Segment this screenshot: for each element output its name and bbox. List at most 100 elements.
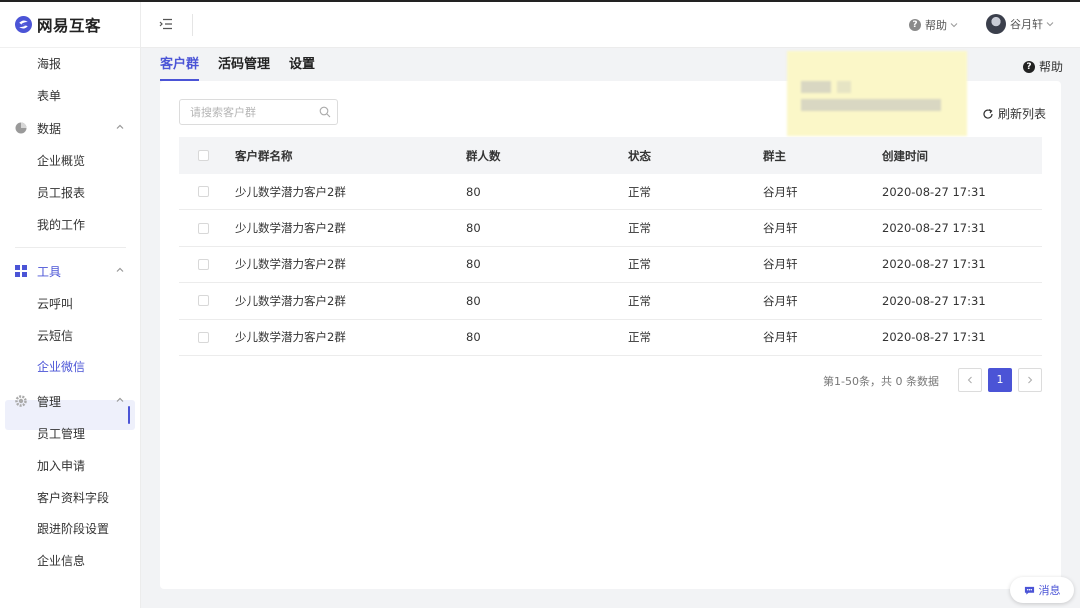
sidebar-group-manage[interactable]: 管理 [15, 391, 126, 411]
pie-chart-icon [15, 122, 27, 134]
question-icon: ? [909, 19, 921, 31]
sidebar-group-label: 管理 [37, 394, 62, 409]
cell-count: 80 [466, 221, 481, 236]
sidebar-item-poster[interactable]: 海报 [37, 54, 61, 74]
sidebar-item-customer-fields[interactable]: 客户资料字段 [37, 488, 109, 508]
page-tabs: 客户群 活码管理 设置 [160, 55, 334, 81]
row-checkbox[interactable] [198, 258, 209, 270]
sidebar-divider [15, 247, 126, 248]
brand-logo-icon [15, 16, 32, 33]
table-header: 客户群名称 群人数 状态 群主 创建时间 [179, 137, 1042, 174]
cell-name: 少儿数学潜力客户2群 [235, 184, 346, 199]
chevron-up-icon [116, 397, 124, 402]
search-input[interactable] [179, 99, 338, 125]
cell-name: 少儿数学潜力客户2群 [235, 293, 346, 308]
cell-name: 少儿数学潜力客户2群 [235, 330, 346, 345]
table-row[interactable]: 少儿数学潜力客户2群 80 正常 谷月轩 2020-08-27 17:31 [179, 283, 1042, 320]
tab-live-code[interactable]: 活码管理 [218, 55, 270, 81]
sidebar-group-label: 数据 [37, 121, 62, 136]
header-divider [192, 14, 193, 36]
user-menu[interactable]: 谷月轩 [986, 14, 1054, 34]
cell-created: 2020-08-27 17:31 [882, 221, 986, 236]
cell-owner: 谷月轩 [763, 221, 798, 236]
sidebar-item-company-info[interactable]: 企业信息 [37, 551, 85, 571]
redacted-area [787, 51, 967, 136]
row-checkbox[interactable] [198, 222, 209, 234]
cell-count: 80 [466, 257, 481, 272]
cell-status: 正常 [628, 221, 651, 236]
chevron-up-icon [116, 267, 124, 272]
message-label: 消息 [1038, 584, 1061, 597]
sidebar-item-cloud-call[interactable]: 云呼叫 [37, 294, 73, 314]
next-page-button[interactable] [1018, 368, 1042, 392]
sidebar-item-follow-stages[interactable]: 跟进阶段设置 [37, 519, 109, 539]
cell-count: 80 [466, 330, 481, 345]
help-link[interactable]: ? 帮助 [1023, 58, 1063, 75]
sidebar: 网易互客 海报 表单 数据 企业概览 员工报表 我的工作 工具 云呼叫 云短信 … [0, 2, 141, 608]
chevron-down-icon [1046, 22, 1054, 27]
table-row[interactable]: 少儿数学潜力客户2群 80 正常 谷月轩 2020-08-27 17:31 [179, 247, 1042, 284]
help-menu[interactable]: ? 帮助 [909, 17, 958, 33]
cell-count: 80 [466, 293, 481, 308]
user-name: 谷月轩 [1010, 18, 1043, 31]
tab-customer-groups[interactable]: 客户群 [160, 55, 200, 81]
row-checkbox[interactable] [198, 295, 209, 307]
cell-created: 2020-08-27 17:31 [882, 184, 986, 199]
table-row[interactable]: 少儿数学潜力客户2群 80 正常 谷月轩 2020-08-27 17:31 [179, 210, 1042, 247]
help-link-label: 帮助 [1039, 60, 1064, 74]
cell-status: 正常 [628, 330, 651, 345]
chevron-down-icon [950, 23, 958, 28]
cell-count: 80 [466, 184, 481, 199]
content-card: 刷新列表 客户群名称 群人数 状态 群主 创建时间 少儿数学潜力客户2群 80 … [160, 51, 1061, 589]
avatar [986, 14, 1006, 34]
prev-page-button[interactable] [958, 368, 982, 392]
message-button[interactable]: 消息 [1010, 577, 1074, 603]
table-row[interactable]: 少儿数学潜力客户2群 80 正常 谷月轩 2020-08-27 17:31 [179, 174, 1042, 211]
cell-name: 少儿数学潜力客户2群 [235, 221, 346, 236]
tab-settings[interactable]: 设置 [289, 55, 315, 81]
row-checkbox[interactable] [198, 186, 209, 198]
page-number-button[interactable]: 1 [988, 368, 1012, 392]
col-header-name: 客户群名称 [235, 148, 293, 163]
cell-status: 正常 [628, 293, 651, 308]
sidebar-item-wecom[interactable]: 企业微信 [37, 357, 85, 377]
gear-icon [15, 395, 27, 407]
sidebar-group-tools[interactable]: 工具 [15, 261, 126, 281]
refresh-label: 刷新列表 [998, 107, 1047, 121]
pagination: 第1-50条，共 0 条数据 1 [160, 368, 1042, 392]
sidebar-item-cloud-sms[interactable]: 云短信 [37, 326, 73, 346]
chat-bubble-icon [1024, 586, 1034, 595]
row-checkbox[interactable] [198, 331, 209, 343]
chevron-up-icon [116, 124, 124, 129]
sidebar-group-data[interactable]: 数据 [15, 118, 126, 138]
sidebar-item-form[interactable]: 表单 [37, 86, 61, 106]
help-label: 帮助 [925, 19, 947, 32]
cell-owner: 谷月轩 [763, 330, 798, 345]
cell-owner: 谷月轩 [763, 257, 798, 272]
brand-name: 网易互客 [37, 16, 102, 35]
brand: 网易互客 [0, 2, 140, 48]
chevron-right-icon [1028, 376, 1033, 384]
sidebar-item-overview[interactable]: 企业概览 [37, 151, 85, 171]
cell-status: 正常 [628, 184, 651, 199]
sidebar-item-staff-manage[interactable]: 员工管理 [37, 424, 85, 444]
cell-created: 2020-08-27 17:31 [882, 257, 986, 272]
sidebar-item-my-work[interactable]: 我的工作 [37, 215, 85, 235]
refresh-list-button[interactable]: 刷新列表 [982, 105, 1046, 122]
menu-collapse-icon[interactable] [159, 18, 173, 30]
sidebar-item-join-requests[interactable]: 加入申请 [37, 456, 85, 476]
question-icon: ? [1023, 60, 1035, 73]
select-all-checkbox[interactable] [198, 150, 209, 161]
grid-icon [15, 265, 27, 277]
cell-status: 正常 [628, 257, 651, 272]
cell-name: 少儿数学潜力客户2群 [235, 257, 346, 272]
sidebar-item-staff-report[interactable]: 员工报表 [37, 183, 85, 203]
col-header-count: 群人数 [466, 148, 501, 163]
cell-created: 2020-08-27 17:31 [882, 293, 986, 308]
top-header: ? 帮助 谷月轩 [141, 2, 1080, 48]
table-row[interactable]: 少儿数学潜力客户2群 80 正常 谷月轩 2020-08-27 17:31 [179, 320, 1042, 356]
cell-owner: 谷月轩 [763, 184, 798, 199]
cell-created: 2020-08-27 17:31 [882, 330, 986, 345]
customer-group-table: 客户群名称 群人数 状态 群主 创建时间 少儿数学潜力客户2群 80 正常 谷月… [179, 137, 1042, 356]
chevron-left-icon [967, 376, 972, 384]
